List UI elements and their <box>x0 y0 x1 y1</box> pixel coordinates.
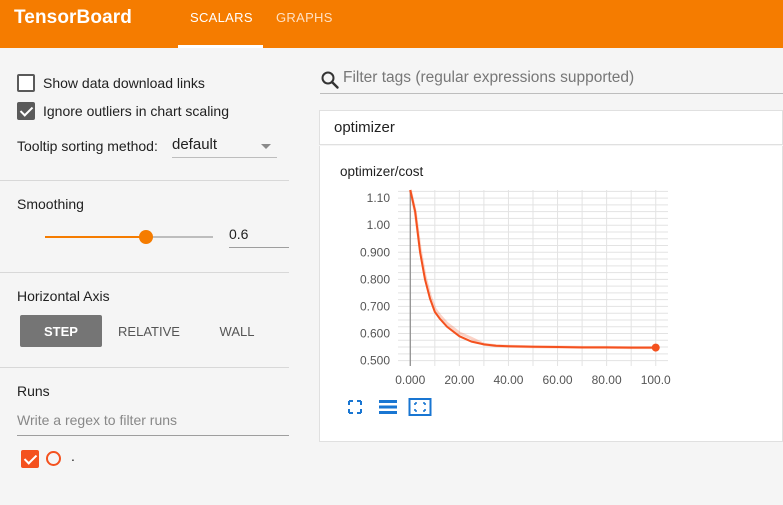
x-tick-label: 80.00 <box>592 373 622 387</box>
chart-title: optimizer/cost <box>340 164 424 179</box>
tooltip-sorting-label: Tooltip sorting method: <box>17 138 158 154</box>
ignore-outliers-option[interactable]: Ignore outliers in chart scaling <box>17 102 229 120</box>
smoothing-slider-fill <box>45 236 146 238</box>
series-last-point <box>651 343 660 352</box>
scalar-chart[interactable]: 0.500 0.600 0.700 0.800 0.900 1.00 1.10 0.000 20… <box>330 188 680 388</box>
show-download-links-option[interactable]: Show data download links <box>17 74 205 92</box>
smoothing-slider[interactable] <box>45 230 213 244</box>
y-tick-label: 0.700 <box>360 299 390 313</box>
sidebar: Show data download links Ignore outliers… <box>0 48 302 505</box>
run-color-swatch[interactable] <box>46 451 61 466</box>
run-name: . <box>71 448 75 464</box>
search-icon <box>321 71 339 89</box>
runs-title: Runs <box>17 383 50 399</box>
x-tick-label: 60.00 <box>543 373 573 387</box>
x-tick-label: 40.00 <box>493 373 523 387</box>
y-tick-label: 0.800 <box>360 272 390 286</box>
tooltip-sorting-value: default <box>172 136 218 153</box>
divider <box>0 367 289 368</box>
y-tick-label: 0.900 <box>360 245 390 259</box>
x-tick-label: 100.0 <box>641 373 671 387</box>
chevron-down-icon <box>261 144 271 149</box>
tab-graphs[interactable]: GRAPHS <box>276 10 333 25</box>
ignore-outliers-checkbox[interactable] <box>17 102 35 120</box>
app-header: TensorBoard SCALARS GRAPHS <box>0 0 783 48</box>
category-header[interactable]: optimizer <box>319 110 783 145</box>
show-download-links-checkbox[interactable] <box>17 74 35 92</box>
category-title: optimizer <box>334 119 395 136</box>
ignore-outliers-label: Ignore outliers in chart scaling <box>43 103 229 119</box>
y-tick-label: 1.00 <box>367 218 391 232</box>
y-tick-label: 0.500 <box>360 354 390 368</box>
expand-icon[interactable] <box>344 397 366 417</box>
tab-scalars[interactable]: SCALARS <box>190 10 253 25</box>
show-download-links-label: Show data download links <box>43 75 205 91</box>
axis-wall-button[interactable]: WALL <box>196 315 278 347</box>
runs-filter-input[interactable]: Write a regex to filter runs <box>17 412 289 436</box>
run-checkbox[interactable] <box>21 450 39 468</box>
smoothing-title: Smoothing <box>17 196 84 212</box>
divider <box>0 180 289 181</box>
tag-filter-input[interactable]: Filter tags (regular expressions support… <box>320 66 783 94</box>
smoothing-slider-handle[interactable] <box>138 230 153 244</box>
divider <box>0 272 289 273</box>
app-title: TensorBoard <box>14 7 132 28</box>
tag-filter-placeholder: Filter tags (regular expressions support… <box>343 69 635 86</box>
fit-domain-icon[interactable] <box>408 397 432 417</box>
axis-relative-button[interactable]: RELATIVE <box>108 315 190 347</box>
horizontal-axis-title: Horizontal Axis <box>17 288 110 304</box>
x-tick-label: 20.00 <box>444 373 474 387</box>
y-tick-label: 1.10 <box>367 191 391 205</box>
x-tick-label: 0.000 <box>395 373 425 387</box>
smoothing-value-input[interactable]: 0.6 <box>229 226 289 248</box>
data-table-icon[interactable] <box>377 397 399 417</box>
axis-step-button[interactable]: STEP <box>20 315 102 347</box>
y-tick-label: 0.600 <box>360 327 390 341</box>
tooltip-sorting-select[interactable]: default <box>172 136 277 158</box>
